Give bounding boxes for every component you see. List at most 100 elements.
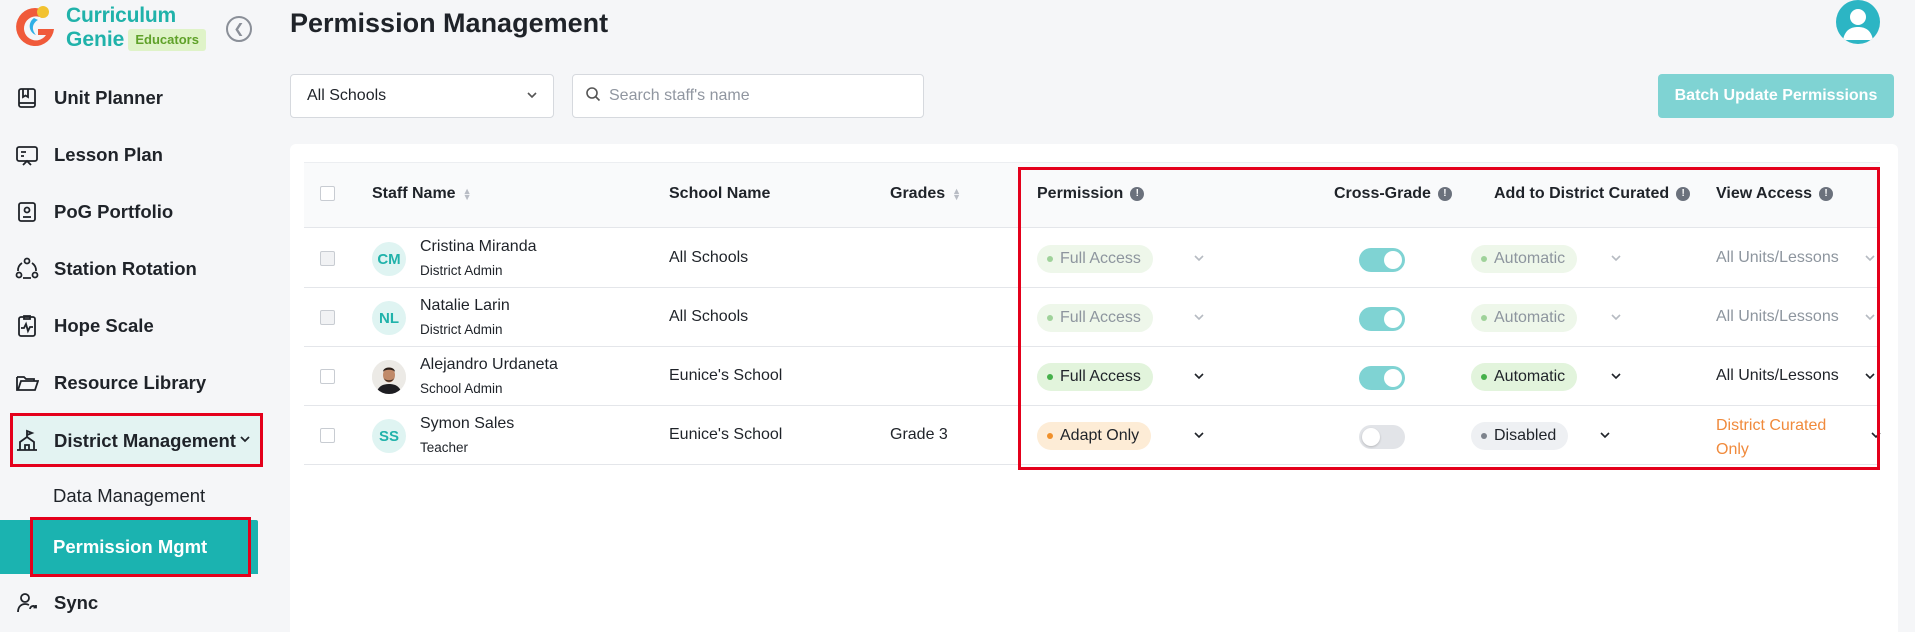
view-access-dropdown[interactable]: All Units/Lessons	[1716, 367, 1839, 385]
curated-dropdown[interactable]: Disabled	[1471, 422, 1569, 450]
staff-role: District Admin	[420, 322, 503, 337]
sidebar-item-station-rotation[interactable]: Station Rotation	[14, 249, 254, 289]
sidebar-subitem-permission-mgmt[interactable]: Permission Mgmt	[53, 536, 207, 558]
collapse-sidebar-button[interactable]: ❮	[226, 16, 252, 42]
batch-update-permissions-button[interactable]: Batch Update Permissions	[1658, 74, 1894, 118]
sidebar-item-district-management[interactable]: District Management	[14, 421, 254, 461]
sidebar-item-resource-library[interactable]: Resource Library	[14, 363, 254, 403]
info-icon[interactable]: !	[1819, 187, 1834, 201]
sidebar-item-pog-portfolio[interactable]: PoG Portfolio	[14, 192, 254, 232]
search-input[interactable]	[609, 87, 909, 105]
school-name: All Schools	[669, 308, 749, 325]
chevron-down-icon[interactable]	[1609, 310, 1623, 324]
column-header-label: School Name	[669, 185, 771, 202]
column-header-grades[interactable]: Grades ▲ ▼	[890, 185, 961, 203]
chevron-down-icon[interactable]	[1863, 310, 1877, 324]
sidebar-item-label: District Management	[54, 430, 236, 451]
chevron-down-icon[interactable]	[1609, 369, 1623, 383]
table-row: CM Cristina Miranda District Admin All S…	[304, 229, 1880, 288]
view-access-dropdown[interactable]: All Units/Lessons	[1716, 308, 1839, 326]
curated-dropdown[interactable]: Automatic	[1471, 245, 1578, 273]
school-filter-select[interactable]: All Schools	[290, 74, 554, 118]
row-checkbox[interactable]	[320, 369, 335, 384]
column-header-label: View Access	[1716, 185, 1813, 202]
sidebar-item-lesson-plan[interactable]: Lesson Plan	[14, 135, 254, 175]
lesson-icon	[14, 142, 40, 168]
genie-logo-icon	[12, 4, 58, 50]
brand-logo[interactable]: Curriculum Genie Educators	[12, 4, 206, 52]
staff-name: Natalie Larin	[420, 297, 510, 314]
sort-icon[interactable]: ▲ ▼	[463, 187, 472, 202]
curated-value: Disabled	[1494, 427, 1557, 444]
cross-grade-toggle[interactable]	[1359, 307, 1405, 331]
sidebar-subitem-data-management[interactable]: Data Management	[53, 485, 205, 507]
school-name: Eunice's School	[669, 367, 783, 384]
rotation-icon	[14, 256, 40, 282]
permissions-table-card: Staff Name ▲ ▼ School Name Grades ▲ ▼ Perm…	[290, 144, 1898, 632]
curated-dropdown[interactable]: Automatic	[1471, 363, 1578, 391]
chevron-down-icon[interactable]	[1192, 428, 1206, 442]
avatar	[372, 360, 406, 394]
permission-dropdown[interactable]: Full Access	[1037, 363, 1153, 391]
info-icon[interactable]: !	[1437, 187, 1452, 201]
column-header-cross-grade: Cross-Grade !	[1334, 185, 1452, 203]
sidebar-item-sync[interactable]: Sync	[14, 583, 254, 623]
staff-name: Symon Sales	[420, 415, 515, 432]
sort-icon[interactable]: ▲ ▼	[952, 187, 961, 202]
table-header: Staff Name ▲ ▼ School Name Grades ▲ ▼ Perm…	[304, 162, 1880, 228]
staff-search[interactable]	[572, 74, 924, 118]
permission-value: Full Access	[1060, 368, 1141, 385]
staff-name: Alejandro Urdaneta	[420, 356, 558, 373]
row-checkbox[interactable]	[320, 310, 335, 325]
cross-grade-toggle[interactable]	[1359, 366, 1405, 390]
row-checkbox[interactable]	[320, 251, 335, 266]
cross-grade-toggle[interactable]	[1359, 248, 1405, 272]
sidebar-item-label: PoG Portfolio	[54, 201, 174, 222]
chevron-down-icon[interactable]	[1863, 251, 1877, 265]
chevron-down-icon[interactable]	[1192, 251, 1206, 265]
view-access-dropdown[interactable]: All Units/Lessons	[1716, 249, 1839, 267]
sidebar-item-label: Sync	[54, 592, 99, 613]
profile-photo-icon	[372, 360, 406, 394]
district-icon	[14, 428, 40, 454]
sidebar-item-hope-scale[interactable]: Hope Scale	[14, 306, 254, 346]
permission-value: Full Access	[1060, 309, 1141, 326]
view-access-dropdown[interactable]: District Curated Only	[1716, 414, 1826, 462]
sidebar-item-label: Resource Library	[54, 372, 207, 393]
view-access-value: Only	[1716, 441, 1749, 458]
column-header-school-name: School Name	[669, 185, 770, 203]
chevron-down-icon[interactable]	[1192, 310, 1206, 324]
row-checkbox[interactable]	[320, 428, 335, 443]
app-root: Curriculum Genie Educators ❮ Unit Planne…	[0, 0, 1915, 632]
curated-value: Automatic	[1494, 250, 1566, 267]
curated-dropdown[interactable]: Automatic	[1471, 304, 1578, 332]
column-header-view-access: View Access !	[1716, 185, 1834, 203]
select-all-checkbox[interactable]	[320, 186, 335, 201]
user-avatar-button[interactable]	[1836, 0, 1880, 44]
permission-dropdown[interactable]: Full Access	[1037, 304, 1153, 332]
column-header-label: Add to District Curated	[1494, 185, 1670, 202]
avatar: NL	[372, 301, 406, 335]
staff-role: School Admin	[420, 381, 503, 396]
cross-grade-toggle[interactable]	[1359, 425, 1405, 449]
chevron-down-icon[interactable]	[1863, 369, 1877, 383]
permission-dropdown[interactable]: Full Access	[1037, 245, 1153, 273]
column-header-label: Permission	[1037, 185, 1124, 202]
sidebar-item-label: Unit Planner	[54, 87, 163, 108]
staff-role: District Admin	[420, 263, 503, 278]
avatar: CM	[372, 242, 406, 276]
column-header-staff-name[interactable]: Staff Name ▲ ▼	[372, 185, 472, 203]
sidebar-item-unit-planner[interactable]: Unit Planner	[14, 78, 254, 118]
staff-name: Cristina Miranda	[420, 238, 537, 255]
permission-dropdown[interactable]: Adapt Only	[1037, 422, 1152, 450]
permission-value: Full Access	[1060, 250, 1141, 267]
sidebar: Curriculum Genie Educators ❮ Unit Planne…	[0, 0, 265, 632]
brand-name-line2: Genie	[66, 28, 125, 51]
info-icon[interactable]: !	[1130, 187, 1145, 201]
chevron-down-icon[interactable]	[1869, 428, 1883, 442]
chevron-down-icon[interactable]	[1609, 251, 1623, 265]
chevron-down-icon[interactable]	[1598, 428, 1612, 442]
chevron-down-icon[interactable]	[1192, 369, 1206, 383]
info-icon[interactable]: !	[1676, 187, 1691, 201]
folder-icon	[14, 370, 40, 396]
